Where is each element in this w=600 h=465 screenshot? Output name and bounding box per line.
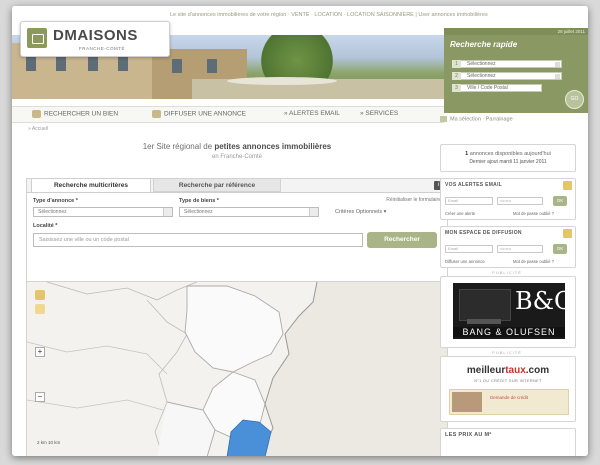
region-map[interactable]: + − 2 km 10 km: [26, 281, 448, 456]
meilleurtaux-logo: meilleurtaux.com: [466, 365, 550, 376]
tagline: 1er Site régional de petites annonces im…: [112, 142, 362, 160]
annonces-count-box: 1 annonces disponibles aujourd'hui Derni…: [440, 144, 576, 172]
browser-frame: Le site d'annonces immobilières de votre…: [12, 6, 588, 456]
zoom-out-button[interactable]: −: [35, 392, 45, 402]
publicite-label: PUBLICITÉ: [492, 270, 522, 275]
date-strip: 28 juillet 2011: [444, 28, 588, 35]
nav-alertes[interactable]: » ALERTES EMAIL: [284, 110, 340, 117]
alertes-forgot-password-link[interactable]: Mot de passe oublié ?: [513, 211, 554, 216]
meilleurtaux-subtitle: N°1 DU CRÉDIT SUR INTERNET: [474, 379, 542, 383]
search-form: Réinitialiser le formulaire Type d'annon…: [27, 192, 447, 282]
zoom-in-button[interactable]: +: [35, 347, 45, 357]
search-panel: Recherche multicritères Recherche par ré…: [26, 178, 448, 282]
quick-search-go-button[interactable]: GO: [565, 90, 584, 109]
quick-search-title: Recherche rapide: [450, 40, 518, 49]
last-update: Dernier ajout mardi 11 janvier 2011: [469, 159, 547, 165]
create-alert-link[interactable]: Créer une alerte: [445, 211, 475, 216]
pan-hand-icon[interactable]: [35, 290, 45, 300]
diffusion-email-input[interactable]: Email: [445, 245, 493, 253]
prix-m2-title: LES PRIX AU M²: [445, 432, 492, 438]
bang-olufsen-ad[interactable]: B&O BANG & OLUFSEN: [440, 276, 576, 348]
reset-form-link[interactable]: Réinitialiser le formulaire: [386, 197, 441, 203]
localite-label: Localité *: [33, 223, 58, 229]
step-number: 3: [452, 84, 461, 92]
type-bien-label: Type de biens *: [179, 198, 219, 204]
house-logo-icon: [27, 28, 47, 48]
map-scale: 2 km 10 km: [37, 440, 61, 445]
bang-olufsen-banner: B&O BANG & OLUFSEN: [453, 283, 574, 339]
diffusion-ok-button[interactable]: OK: [553, 244, 567, 254]
criteres-optionnels-toggle[interactable]: Critères Optionnels ▾: [335, 209, 386, 215]
alertes-email-input[interactable]: Email: [445, 197, 493, 205]
diffuser-annonce-link[interactable]: Diffuser une annonce: [445, 259, 485, 264]
selection-links[interactable]: Ma sélection · Parrainage: [440, 116, 513, 122]
type-annonce-select[interactable]: Sélectionnez: [33, 207, 173, 217]
region-map-svg: [27, 282, 318, 456]
type-bien-select[interactable]: Sélectionnez: [179, 207, 319, 217]
alertes-password-input[interactable]: ••••••••: [497, 197, 543, 205]
rechercher-button[interactable]: Rechercher: [367, 232, 437, 248]
logo-subtitle: FRANCHE-COMTÉ: [79, 46, 125, 51]
search-house-icon: [32, 110, 41, 118]
main-nav: RECHERCHER UN BIEN DIFFUSER UNE ANNONCE …: [12, 106, 444, 123]
quick-search-select-1[interactable]: 1 Sélectionnez: [452, 60, 562, 68]
tv-image: [459, 289, 511, 321]
tagline-sub: en Franche-Comté: [211, 154, 263, 160]
couple-photo: [452, 392, 482, 412]
quick-search-city-input[interactable]: 3 Ville / Code Postal: [452, 84, 542, 92]
bell-icon: [563, 181, 572, 190]
step-number: 2: [452, 72, 461, 80]
espace-diffusion-box: MON ESPACE DE DIFFUSION Email •••••••• O…: [440, 226, 576, 268]
dropdown-arrow-icon: [555, 74, 560, 79]
diffusion-password-input[interactable]: ••••••••: [497, 245, 543, 253]
publicite-label-2: PUBLICITÉ: [492, 350, 522, 355]
bo-logo: B&O: [515, 287, 574, 315]
nav-rechercher[interactable]: RECHERCHER UN BIEN: [32, 110, 118, 118]
logo-name: DMAISONS: [53, 27, 138, 44]
site-logo[interactable]: DMAISONS FRANCHE-COMTÉ: [20, 21, 170, 57]
nav-services[interactable]: » SERVICES: [360, 110, 398, 117]
dropdown-arrow-icon: [163, 208, 172, 216]
meilleurtaux-ad[interactable]: meilleurtaux.com N°1 DU CRÉDIT SUR INTER…: [440, 356, 576, 422]
bo-brand-name: BANG & OLUFSEN: [453, 327, 565, 337]
alertes-email-box: VOS ALERTES EMAIL Email •••••••• OK Crée…: [440, 178, 576, 220]
prix-m2-box: LES PRIX AU M²: [440, 428, 576, 456]
selection-icon: [440, 116, 447, 122]
quick-search-panel: Recherche rapide 1 Sélectionnez 2 Sélect…: [444, 35, 588, 113]
dropdown-arrow-icon: [309, 208, 318, 216]
top-links[interactable]: Le site d'annonces immobilières de votre…: [170, 12, 488, 18]
alertes-ok-button[interactable]: OK: [553, 196, 567, 206]
quick-search-select-2[interactable]: 2 Sélectionnez: [452, 72, 562, 80]
tab-multicriteres[interactable]: Recherche multicritères: [31, 178, 151, 192]
tagline-main: 1er Site régional de petites annonces im…: [142, 142, 332, 151]
dropdown-arrow-icon: [555, 62, 560, 67]
step-number: 1: [452, 60, 461, 68]
credit-ad-banner[interactable]: Demande de crédit: [449, 389, 569, 415]
nav-diffuser[interactable]: DIFFUSER UNE ANNONCE: [152, 110, 246, 118]
localite-input[interactable]: Saisissez une ville ou un code postal: [33, 233, 363, 247]
streetview-icon[interactable]: [35, 304, 45, 314]
publish-icon: [152, 110, 161, 118]
credit-ad-text: Demande de crédit: [490, 395, 529, 400]
tab-par-reference[interactable]: Recherche par référence: [153, 178, 281, 192]
diffusion-forgot-password-link[interactable]: Mot de passe oublié ?: [513, 259, 554, 264]
espace-diffusion-title: MON ESPACE DE DIFFUSION: [445, 230, 522, 236]
alertes-email-title: VOS ALERTES EMAIL: [445, 182, 503, 188]
publish-icon: [563, 229, 572, 238]
annonces-count: 1 annonces disponibles aujourd'hui: [465, 151, 551, 157]
type-annonce-label: Type d'annonce *: [33, 198, 78, 204]
banner-table-image: [227, 77, 337, 85]
breadcrumb[interactable]: » Accueil: [28, 126, 48, 132]
